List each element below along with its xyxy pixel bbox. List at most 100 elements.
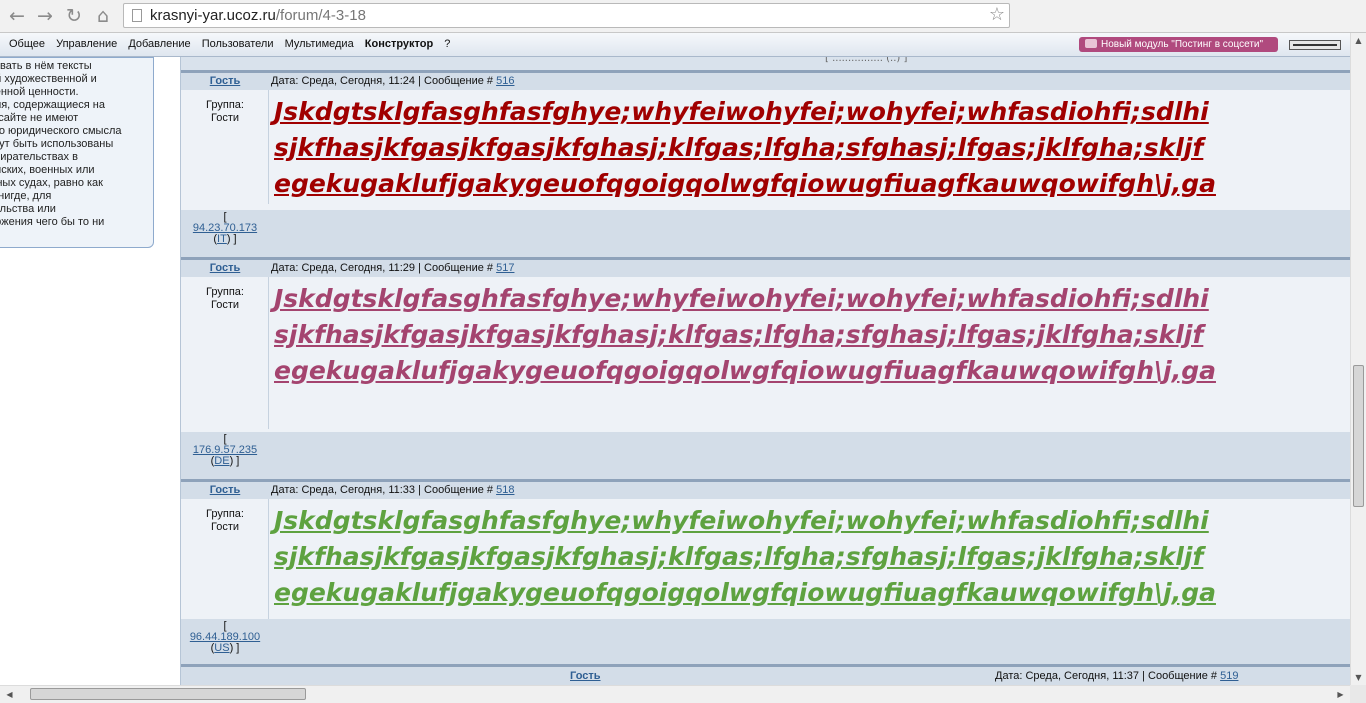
user-group: Группа: Гости <box>181 99 269 125</box>
post-date: Дата: Среда, Сегодня, 11:33 | Сообщение … <box>271 484 497 496</box>
url-text[interactable]: krasnyi-yar.ucoz.ru/forum/4-3-18 <box>150 7 366 24</box>
post-author-link[interactable]: Гость <box>181 262 269 274</box>
sidebar-line: жных судах, равно как <box>0 177 103 189</box>
sidebar-line: е нигде, для <box>0 190 52 202</box>
post-message: Jskdgtsklgfasghfasfghye;whyfeiwohyfei;wo… <box>270 277 1351 389</box>
post-user-info: Группа: Гости <box>181 499 269 619</box>
group-value: Гости <box>210 112 240 124</box>
vertical-scroll-thumb[interactable] <box>1353 365 1364 507</box>
message-line: egekugaklufjgakygeuofqgoigqolwgfqiowugfi… <box>274 169 1216 198</box>
previous-post-ip-fragment: [ ................ (..) ] <box>825 57 908 64</box>
post-footer: [94.23.70.173 (IT) ] <box>181 210 1351 257</box>
post-date: Дата: Среда, Сегодня, 11:24 | Сообщение … <box>271 75 497 87</box>
scroll-up-arrow-icon[interactable]: ▲ <box>1351 33 1366 48</box>
message-line: egekugaklufjgakygeuofqgoigqolwgfqiowugfi… <box>274 356 1216 385</box>
forum-post: Гость Дата: Среда, Сегодня, 11:24 | Сооб… <box>181 70 1351 257</box>
scrollbar-corner <box>1350 685 1366 703</box>
menu-general[interactable]: Общее <box>9 38 45 50</box>
page-icon <box>132 9 142 22</box>
sidebar-line: ого юридического смысла <box>0 125 122 137</box>
user-group: Группа: Гости <box>181 286 269 312</box>
post-number-link[interactable]: 518 <box>496 484 514 496</box>
sidebar-line: збирательствах в <box>0 151 78 163</box>
message-line: Jskdgtsklgfasghfasfghye;whyfeiwohyfei;wo… <box>274 97 1209 126</box>
message-line: Jskdgtsklgfasghfasfghye;whyfeiwohyfei;wo… <box>274 506 1209 535</box>
bookmark-star-icon[interactable]: ☆ <box>989 4 1005 25</box>
horizontal-scroll-thumb[interactable] <box>30 688 306 700</box>
promo-label: Новый модуль "Постинг в соцсети" <box>1101 39 1264 50</box>
sidebar-line: ержения чего бы то ни <box>0 216 105 228</box>
user-group: Группа: Гости <box>181 508 269 534</box>
group-value: Гости <box>210 299 240 311</box>
menu-help[interactable]: ? <box>444 38 450 50</box>
scroll-down-arrow-icon[interactable]: ▼ <box>1351 670 1366 685</box>
post-header: Гость Дата: Среда, Сегодня, 11:24 | Сооб… <box>181 73 1351 90</box>
forum-post: Гость Дата: Среда, Сегодня, 11:33 | Сооб… <box>181 479 1351 666</box>
menu-multimedia[interactable]: Мультимедиа <box>285 38 354 50</box>
message-line: sjkfhasjkfgasjkfgasjkfghasj;klfgas;lfgha… <box>274 133 1204 162</box>
message-line: sjkfhasjkfgasjkfgasjkfghasj;klfgas;lfgha… <box>274 542 1204 571</box>
menu-add[interactable]: Добавление <box>128 38 190 50</box>
back-icon[interactable]: ← <box>6 5 28 27</box>
post-user-info: Группа: Гости <box>181 277 269 429</box>
chat-icon <box>1085 39 1097 48</box>
country-link[interactable]: DE <box>214 455 229 467</box>
group-label: Группа: <box>206 286 244 298</box>
post-meta: Дата: Среда, Сегодня, 11:29 | Сообщение … <box>271 262 514 274</box>
sidebar-line: огут быть использованы <box>0 138 114 150</box>
group-value: Гости <box>210 521 240 533</box>
message-line: Jskdgtsklgfasghfasfghye;whyfeiwohyfei;wo… <box>274 284 1209 313</box>
reload-icon[interactable]: ↻ <box>63 5 85 27</box>
sidebar-line: ния, содержащиеся на <box>0 99 105 111</box>
forum-thread: [ ................ (..) ] Гость Дата: Ср… <box>180 57 1351 685</box>
post-body: Jskdgtsklgfasghfasfghye;whyfeiwohyfei;wo… <box>270 499 1351 619</box>
vertical-scrollbar[interactable]: ▲ ▼ <box>1350 33 1366 685</box>
post-author-link[interactable]: Гость <box>570 670 601 682</box>
scroll-right-arrow-icon[interactable]: ▶ <box>1333 686 1348 703</box>
post-footer: [176.9.57.235 (DE) ] <box>181 432 1351 479</box>
post-author-link[interactable]: Гость <box>181 75 269 87</box>
post-ip: [176.9.57.235 (DE) ] <box>181 434 269 467</box>
post-meta: Дата: Среда, Сегодня, 11:24 | Сообщение … <box>271 75 514 87</box>
post-author-link[interactable]: Гость <box>181 484 269 496</box>
post-date: Дата: Среда, Сегодня, 11:29 | Сообщение … <box>271 262 497 274</box>
post-meta: Дата: Среда, Сегодня, 11:33 | Сообщение … <box>271 484 514 496</box>
menu-constructor[interactable]: Конструктор <box>365 38 433 50</box>
sidebar-disclaimer-box: ковать в нём тексты ой художественной и … <box>0 57 154 248</box>
forum-post-partial: Гость Дата: Среда, Сегодня, 11:37 | Сооб… <box>181 664 1351 685</box>
post-number-link[interactable]: 519 <box>1220 670 1238 682</box>
post-number-link[interactable]: 517 <box>496 262 514 274</box>
menu-users[interactable]: Пользователи <box>202 38 274 50</box>
post-header: Гость Дата: Среда, Сегодня, 11:29 | Сооб… <box>181 260 1351 277</box>
home-icon[interactable]: ⌂ <box>92 5 114 27</box>
admin-bar: Общее Управление Добавление Пользователи… <box>0 33 1352 57</box>
post-number-link[interactable]: 516 <box>496 75 514 87</box>
bar-slider[interactable] <box>1289 40 1341 50</box>
url-path: /forum/4-3-18 <box>275 7 366 24</box>
url-domain: krasnyi-yar.ucoz.ru <box>150 7 276 24</box>
new-module-promo-button[interactable]: Новый модуль "Постинг в соцсети" <box>1079 37 1278 52</box>
sidebar-disclaimer-text: ковать в нём тексты ой художественной и … <box>0 60 151 229</box>
post-ip: [96.44.189.100 (US) ] <box>181 621 269 654</box>
scroll-left-arrow-icon[interactable]: ◀ <box>2 686 17 703</box>
sidebar-line: венной ценности. <box>0 86 79 98</box>
post-message: Jskdgtsklgfasghfasfghye;whyfeiwohyfei;wo… <box>270 499 1351 611</box>
post-user-info: Группа: Гости <box>181 90 269 204</box>
post-message: Jskdgtsklgfasghfasfghye;whyfeiwohyfei;wo… <box>270 90 1351 202</box>
group-label: Группа: <box>206 508 244 520</box>
post-meta: Дата: Среда, Сегодня, 11:37 | Сообщение … <box>995 670 1238 682</box>
country-link[interactable]: IT <box>217 233 227 245</box>
sidebar-line: ой художественной и <box>0 73 97 85</box>
menu-management[interactable]: Управление <box>56 38 117 50</box>
ip-country: (DE) ] <box>210 455 240 467</box>
post-header: Гость Дата: Среда, Сегодня, 11:33 | Сооб… <box>181 482 1351 499</box>
admin-menu: Общее Управление Добавление Пользователи… <box>9 38 458 50</box>
forward-icon[interactable]: → <box>34 5 56 27</box>
post-ip: [94.23.70.173 (IT) ] <box>181 212 269 245</box>
country-link[interactable]: US <box>214 642 229 654</box>
sidebar-line: ковать в нём тексты <box>0 60 92 72</box>
horizontal-scrollbar[interactable]: ◀ ▶ <box>0 685 1350 703</box>
browser-toolbar: ← → ↻ ⌂ krasnyi-yar.ucoz.ru/forum/4-3-18… <box>0 0 1366 33</box>
address-bar[interactable]: krasnyi-yar.ucoz.ru/forum/4-3-18 ☆ <box>123 3 1010 28</box>
sidebar-line: и сайте не имеют <box>0 112 79 124</box>
